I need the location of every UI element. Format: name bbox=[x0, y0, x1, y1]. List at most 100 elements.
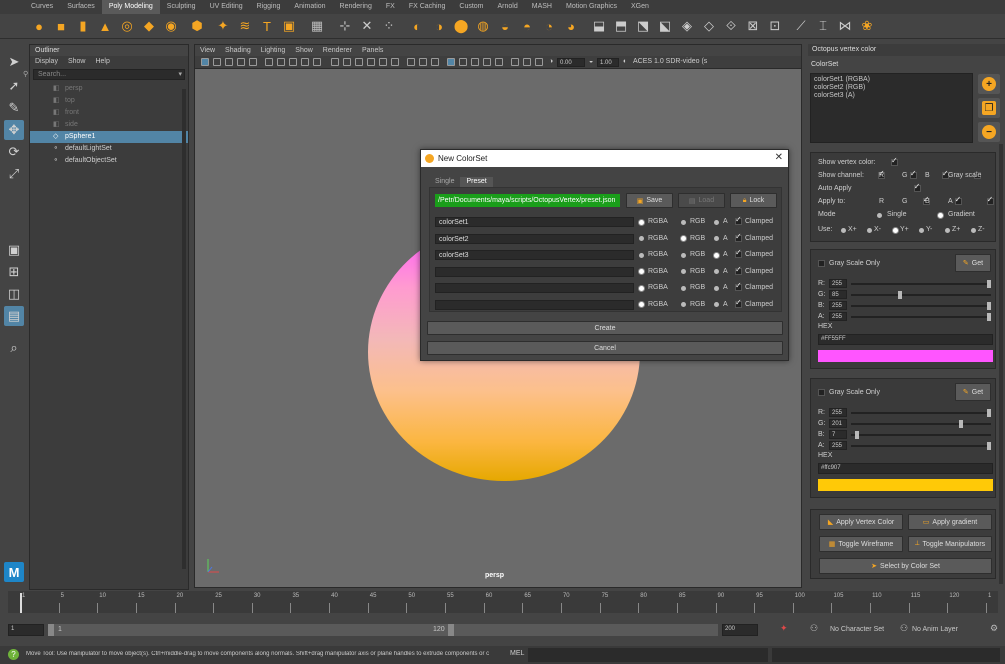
grid-toggle-icon[interactable] bbox=[265, 58, 273, 66]
extrude-icon[interactable]: ⬓ bbox=[590, 17, 608, 35]
show-channel-g-checkbox[interactable] bbox=[909, 169, 917, 179]
reduce-icon[interactable]: ◕ bbox=[562, 17, 580, 35]
use-xminus-radio[interactable] bbox=[867, 228, 872, 233]
shelf-tab[interactable]: Sculpting bbox=[160, 0, 203, 14]
two-view-icon[interactable]: ◫ bbox=[4, 284, 24, 304]
apply-to-g-checkbox[interactable] bbox=[954, 195, 962, 205]
merge-icon[interactable]: ◈ bbox=[678, 17, 696, 35]
duplicate-colorset-button[interactable]: ❐ bbox=[978, 98, 1000, 118]
channel-g-slider[interactable] bbox=[851, 420, 991, 428]
colorset-name-field[interactable] bbox=[435, 266, 634, 277]
outliner-item[interactable]: ⚬ defaultLightSet bbox=[30, 143, 188, 155]
outliner-menu-help[interactable]: Help bbox=[95, 56, 109, 67]
bridge-icon[interactable]: ◓ bbox=[518, 17, 536, 35]
clamped-checkbox[interactable] bbox=[735, 248, 742, 258]
textured-icon[interactable] bbox=[367, 58, 375, 66]
lasso-tool-icon[interactable]: ➚ bbox=[4, 76, 24, 96]
tab-single[interactable]: Single bbox=[429, 177, 460, 187]
shelf-tab[interactable]: Animation bbox=[287, 0, 332, 14]
outliner-menu-display[interactable]: Display bbox=[35, 56, 58, 67]
slider-handle[interactable] bbox=[959, 420, 963, 428]
colorset-list-item[interactable]: colorSet1 (RGBA) bbox=[814, 76, 969, 84]
slider-handle[interactable] bbox=[987, 313, 991, 321]
remove-colorset-button[interactable]: − bbox=[978, 122, 1000, 142]
use-zplus-radio[interactable] bbox=[945, 228, 950, 233]
hex-input[interactable]: #FF55FF bbox=[818, 334, 993, 345]
apply-to-b-checkbox[interactable] bbox=[986, 195, 994, 205]
mel-label[interactable]: MEL bbox=[510, 650, 524, 657]
channel-r-slider[interactable] bbox=[851, 280, 991, 288]
range-start-handle[interactable] bbox=[48, 624, 54, 636]
mode-rgba-radio[interactable] bbox=[639, 302, 644, 307]
lighting-menu-icon[interactable] bbox=[523, 58, 531, 66]
shelf-tab[interactable]: MASH bbox=[525, 0, 559, 14]
clamped-checkbox[interactable] bbox=[735, 281, 742, 291]
mode-rgba-radio[interactable] bbox=[639, 236, 644, 241]
colorset-name-field[interactable] bbox=[435, 299, 634, 310]
magnifier-icon[interactable]: ⌕ bbox=[4, 338, 24, 358]
mode-rgba-radio[interactable] bbox=[639, 269, 644, 274]
channel-r-slider[interactable] bbox=[851, 409, 991, 417]
outliner-item[interactable]: ◧ top bbox=[30, 95, 188, 107]
mirror-icon[interactable]: ◒ bbox=[496, 17, 514, 35]
ambient-occlusion-icon[interactable] bbox=[407, 58, 415, 66]
smooth-icon[interactable]: ⬤ bbox=[452, 17, 470, 35]
channel-a-value[interactable]: 255 bbox=[829, 441, 847, 450]
xray-joints-icon[interactable] bbox=[483, 58, 491, 66]
slider-handle[interactable] bbox=[987, 409, 991, 417]
mode-a-radio[interactable] bbox=[714, 236, 719, 241]
end-time-field[interactable]: 200 bbox=[722, 624, 758, 636]
create-button[interactable]: Create bbox=[427, 321, 783, 335]
display-menu-icon[interactable] bbox=[535, 58, 543, 66]
text-icon[interactable]: T bbox=[258, 17, 276, 35]
channel-a-slider[interactable] bbox=[851, 313, 991, 321]
use-yplus-radio[interactable] bbox=[893, 228, 898, 233]
colorset-name-field[interactable] bbox=[435, 283, 634, 293]
mode-rgba-radio[interactable] bbox=[639, 252, 644, 258]
fill-hole-icon[interactable]: ◔ bbox=[540, 17, 558, 35]
gray-scale-only-checkbox[interactable] bbox=[818, 389, 825, 396]
help-icon[interactable]: ? bbox=[8, 649, 19, 660]
mode-rgb-radio[interactable] bbox=[681, 302, 686, 307]
move-tool-icon[interactable]: ✥ bbox=[4, 120, 24, 140]
shelf-tab[interactable]: Rendering bbox=[333, 0, 379, 14]
panel-scrollbar[interactable] bbox=[999, 144, 1003, 584]
shelf-tab[interactable]: UV Editing bbox=[203, 0, 250, 14]
channel-g-value[interactable]: 201 bbox=[829, 419, 847, 428]
use-xplus-radio[interactable] bbox=[841, 228, 846, 233]
mode-rgb-radio[interactable] bbox=[681, 285, 686, 291]
soccer-ball-icon[interactable]: ⬢ bbox=[188, 17, 206, 35]
range-end-handle[interactable] bbox=[448, 624, 454, 636]
isolate-select-icon[interactable] bbox=[447, 58, 455, 66]
vp-menu-show[interactable]: Show bbox=[295, 45, 313, 56]
preset-path-field[interactable]: /Petr/Documents/maya/scripts/OctopusVert… bbox=[435, 194, 620, 207]
clamped-checkbox[interactable] bbox=[735, 265, 742, 275]
channel-b-value[interactable]: 7 bbox=[829, 430, 847, 439]
image-plane-icon[interactable] bbox=[225, 58, 233, 66]
wedge-icon[interactable]: ⊠ bbox=[744, 17, 762, 35]
channel-b-slider[interactable] bbox=[851, 302, 991, 310]
shelf-tab[interactable]: FX Caching bbox=[402, 0, 453, 14]
colorset-name-field[interactable]: colorSet2 bbox=[435, 233, 634, 244]
helix-icon[interactable]: ≋ bbox=[236, 17, 254, 35]
mode-rgb-radio[interactable] bbox=[681, 236, 686, 241]
mode-rgb-radio[interactable] bbox=[681, 252, 686, 258]
channel-a-slider[interactable] bbox=[851, 442, 991, 450]
vp-menu-view[interactable]: View bbox=[200, 45, 215, 56]
xray-icon[interactable] bbox=[459, 58, 467, 66]
save-button[interactable]: ▣ Save bbox=[626, 193, 673, 208]
freeze-icon[interactable]: ⁘ bbox=[380, 17, 398, 35]
slider-handle[interactable] bbox=[987, 302, 991, 310]
2d-pan-icon[interactable] bbox=[237, 58, 245, 66]
show-vertex-color-checkbox[interactable] bbox=[891, 156, 898, 166]
range-slider[interactable]: 1 120 bbox=[48, 624, 718, 636]
mode-a-radio[interactable] bbox=[714, 302, 719, 307]
cone-icon[interactable]: ▲ bbox=[96, 17, 114, 35]
field-chart-icon[interactable] bbox=[313, 58, 321, 66]
bookmark-icon[interactable] bbox=[213, 58, 221, 66]
gamma-field[interactable]: 1.00 bbox=[597, 58, 619, 67]
wireframe-on-shaded-icon[interactable] bbox=[355, 58, 363, 66]
shelf-tab[interactable]: Curves bbox=[24, 0, 60, 14]
auto-key-icon[interactable]: ✦ bbox=[780, 623, 788, 634]
clamped-checkbox[interactable] bbox=[735, 232, 742, 242]
